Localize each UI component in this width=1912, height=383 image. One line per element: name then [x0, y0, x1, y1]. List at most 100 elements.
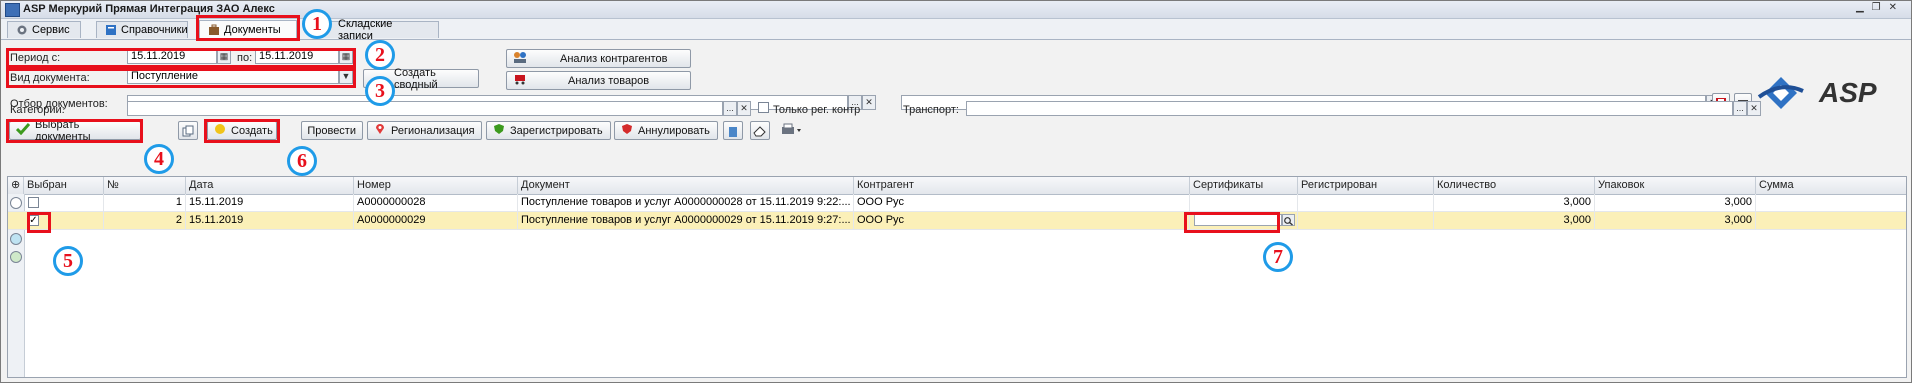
transport-ellipsis-icon[interactable]: ...: [1733, 101, 1747, 116]
row-radio[interactable]: [10, 233, 22, 245]
row-sum: [1756, 212, 1906, 229]
register-button[interactable]: Зарегистрировать: [486, 121, 611, 140]
trash-icon[interactable]: [723, 121, 743, 140]
tab-documents[interactable]: Документы: [199, 20, 297, 39]
people-icon: [513, 51, 527, 66]
row-quantity: 3,000: [1434, 194, 1595, 211]
row-counterparty: ООО Рус: [854, 194, 1190, 211]
header-quantity[interactable]: Количество: [1434, 177, 1595, 194]
tab-service-label: Сервис: [32, 24, 70, 36]
tab-references-label: Справочники: [121, 24, 188, 36]
table-row[interactable]: ✓ 2 15.11.2019 A0000000029 Поступление т…: [8, 212, 1906, 230]
calendar-from-icon[interactable]: ▦: [217, 49, 231, 64]
row-document: Поступление товаров и услуг A0000000028 …: [518, 194, 854, 211]
analysis-counterparties-label: Анализ контрагентов: [560, 52, 668, 65]
header-certificates[interactable]: Сертификаты: [1190, 177, 1298, 194]
doc-type-label: Вид документа:: [10, 72, 90, 84]
location-pin-icon: [374, 123, 386, 138]
print-icon[interactable]: [781, 123, 803, 140]
selected-cell[interactable]: [24, 194, 104, 211]
tab-warehouse-records[interactable]: Складские записи: [319, 18, 439, 42]
selected-cell[interactable]: ✓: [24, 212, 104, 229]
conduct-button[interactable]: Провести: [301, 121, 363, 140]
row-counterparty: ООО Рус: [854, 212, 1190, 229]
shield-icon: [493, 123, 505, 138]
table-row[interactable]: 1 15.11.2019 A0000000028 Поступление тов…: [8, 194, 1906, 212]
eraser-icon[interactable]: [750, 121, 770, 140]
categories-label: Категории:: [10, 104, 65, 116]
analysis-goods-button[interactable]: Анализ товаров: [506, 71, 691, 90]
header-sum[interactable]: Сумма: [1756, 177, 1906, 194]
create-button[interactable]: Создать: [207, 121, 277, 140]
annotation-5: 5: [53, 246, 83, 276]
header-registered[interactable]: Регистрирован: [1298, 177, 1434, 194]
header-packages[interactable]: Упаковок: [1595, 177, 1756, 194]
header-selected[interactable]: Выбран: [24, 177, 104, 194]
transport-label: Транспорт:: [903, 104, 959, 116]
calendar-to-icon[interactable]: ▦: [339, 49, 353, 64]
categories-clear-icon[interactable]: ✕: [737, 101, 751, 116]
register-label: Зарегистрировать: [510, 124, 603, 137]
table-header: ⊕ Выбран № Дата Номер Документ Контраген…: [8, 177, 1906, 195]
search-icon[interactable]: [1282, 214, 1295, 226]
row-packages: 3,000: [1595, 212, 1756, 229]
title-bar: ASP Меркурий Прямая Интеграция ЗАО Алекс…: [1, 1, 1911, 19]
period-from-field[interactable]: 15.11.2019: [127, 49, 217, 64]
chevron-down-icon[interactable]: ▼: [339, 69, 353, 84]
header-radio: ⊕: [8, 177, 24, 194]
row-checkbox[interactable]: ✓: [28, 215, 39, 226]
categories-ellipsis-icon[interactable]: ...: [723, 101, 737, 116]
row-packages: 3,000: [1595, 194, 1756, 211]
row-sum: [1756, 194, 1906, 211]
gear-icon: [16, 24, 28, 36]
transport-field[interactable]: [966, 101, 1733, 116]
documents-table: ⊕ Выбран № Дата Номер Документ Контраген…: [7, 176, 1907, 378]
certificates-input[interactable]: [1194, 214, 1282, 226]
annotation-4: 4: [144, 144, 174, 174]
header-number[interactable]: №: [104, 177, 186, 194]
only-registered-checkbox[interactable]: [758, 102, 769, 113]
asp-logo: ASP: [1755, 71, 1905, 115]
row-doc-number: A0000000029: [354, 212, 518, 229]
period-to-label: по:: [237, 52, 253, 64]
doc-type-select[interactable]: Поступление: [127, 69, 339, 84]
header-counterparty[interactable]: Контрагент: [854, 177, 1190, 194]
cart-icon: [513, 73, 527, 88]
row-registered: [1298, 212, 1434, 229]
book-icon: [105, 24, 117, 36]
row-certificates[interactable]: [1190, 212, 1298, 229]
row-checkbox[interactable]: [28, 197, 39, 208]
row-doc-number: A0000000028: [354, 194, 518, 211]
only-registered-label: Только рег. контр: [773, 104, 861, 116]
window-controls[interactable]: ▁❐✕: [1856, 2, 1905, 13]
header-document[interactable]: Документ: [518, 177, 854, 194]
tab-bar: Сервис Справочники Документы Складские з…: [1, 18, 1911, 42]
copy-icon[interactable]: [178, 121, 198, 140]
period-to-field[interactable]: 15.11.2019: [255, 49, 339, 64]
cancel-button[interactable]: Аннулировать: [614, 121, 718, 140]
cancel-shield-icon: [621, 123, 633, 138]
row-quantity: 3,000: [1434, 212, 1595, 229]
categories-field[interactable]: [127, 101, 723, 116]
row-registered: [1298, 194, 1434, 211]
annotation-6: 6: [287, 146, 317, 176]
select-documents-button[interactable]: Выбрать документы: [9, 119, 141, 143]
tab-documents-label: Документы: [224, 24, 281, 36]
main-window: ASP Меркурий Прямая Интеграция ЗАО Алекс…: [0, 0, 1912, 383]
header-doc-number[interactable]: Номер: [354, 177, 518, 194]
tab-service[interactable]: Сервис: [7, 21, 81, 38]
row-radio[interactable]: [10, 251, 22, 263]
tab-warehouse-records-label: Складские записи: [338, 18, 393, 42]
row-number: 2: [104, 212, 186, 229]
app-icon: [5, 3, 20, 17]
header-date[interactable]: Дата: [186, 177, 354, 194]
analysis-counterparties-button[interactable]: Анализ контрагентов: [506, 49, 691, 68]
tab-references[interactable]: Справочники: [96, 21, 188, 38]
window-title: ASP Меркурий Прямая Интеграция ЗАО Алекс: [23, 3, 275, 15]
regionalization-label: Регионализация: [391, 124, 475, 137]
annotation-7: 7: [1263, 242, 1293, 272]
regionalization-button[interactable]: Регионализация: [367, 121, 482, 140]
cancel-label: Аннулировать: [638, 124, 710, 137]
clear-icon[interactable]: ✕: [862, 95, 876, 110]
conduct-label: Провести: [307, 124, 356, 137]
